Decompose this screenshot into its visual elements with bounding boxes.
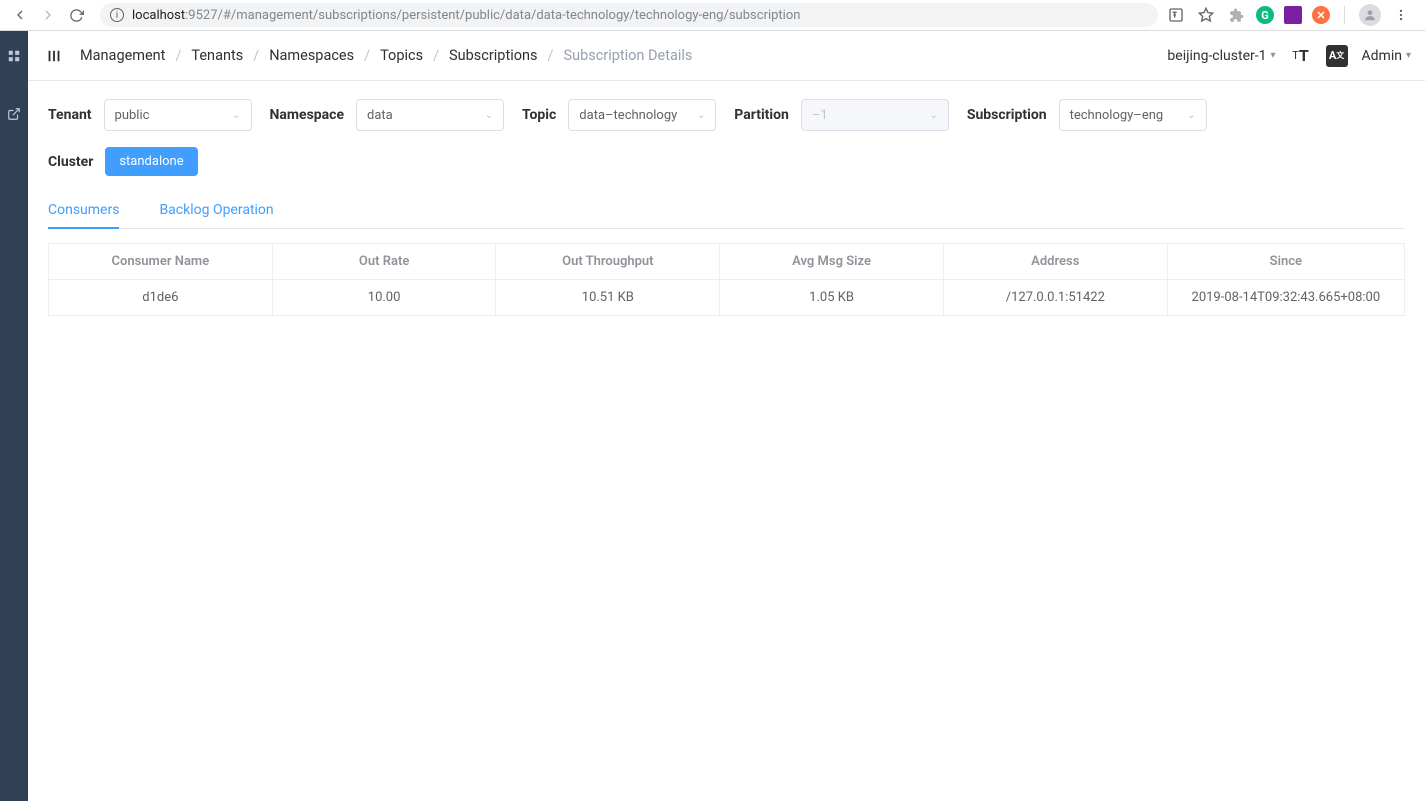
user-dropdown-label: Admin (1362, 48, 1402, 64)
tabs: Consumers Backlog Operation (48, 192, 1405, 229)
reload-button[interactable] (64, 3, 88, 27)
breadcrumb-sep: / (175, 47, 181, 64)
app-root: Management / Tenants / Namespaces / Topi… (0, 31, 1425, 801)
topic-select[interactable]: data–technology ⌄ (568, 99, 716, 131)
sidebar (0, 31, 28, 801)
dashboard-icon[interactable] (7, 49, 21, 67)
crumb-namespaces[interactable]: Namespaces (269, 47, 354, 64)
cluster-dropdown-label: beijing-cluster-1 (1167, 48, 1266, 64)
chevron-down-icon: ⌄ (232, 110, 240, 121)
tenant-label: Tenant (48, 107, 92, 123)
crumb-current: Subscription Details (563, 47, 692, 64)
tenant-select[interactable]: public ⌄ (104, 99, 252, 131)
th-since: Since (1167, 244, 1404, 280)
hamburger-icon[interactable] (42, 44, 66, 68)
filter-row: Tenant public ⌄ Namespace data ⌄ Topic d… (48, 99, 1405, 131)
subscription-select-value: technology–eng (1070, 108, 1164, 123)
table-row: d1de6 10.00 10.51 KB 1.05 KB /127.0.0.1:… (49, 280, 1405, 316)
breadcrumb-sep: / (253, 47, 259, 64)
toolbar-separator (1344, 6, 1345, 24)
cell-avg-msg-size: 1.05 KB (720, 280, 944, 316)
extension-icon-1[interactable]: G (1256, 6, 1274, 24)
tenant-select-value: public (115, 108, 150, 123)
browser-chrome: i localhost:9527/#/management/subscripti… (0, 0, 1425, 31)
chevron-down-icon: ⌄ (485, 110, 493, 121)
partition-select: –1 ⌄ (801, 99, 949, 131)
crumb-subscriptions[interactable]: Subscriptions (449, 47, 537, 64)
chevron-down-icon: ▾ (1270, 50, 1275, 61)
profile-avatar[interactable] (1359, 4, 1381, 26)
th-consumer-name: Consumer Name (49, 244, 273, 280)
cell-consumer-name: d1de6 (49, 280, 273, 316)
namespace-select-value: data (367, 108, 393, 123)
extension-icon-2[interactable] (1284, 6, 1302, 24)
language-icon[interactable]: A文 (1326, 45, 1348, 67)
cell-address: /127.0.0.1:51422 (943, 280, 1167, 316)
cluster-dropdown[interactable]: beijing-cluster-1 ▾ (1167, 48, 1275, 64)
chevron-down-icon: ▾ (1406, 50, 1411, 61)
main-area: Management / Tenants / Namespaces / Topi… (28, 31, 1425, 801)
crumb-topics[interactable]: Topics (380, 47, 423, 64)
app-header: Management / Tenants / Namespaces / Topi… (28, 31, 1425, 81)
user-dropdown[interactable]: Admin ▾ (1362, 48, 1411, 64)
translate-icon[interactable] (1166, 5, 1186, 25)
partition-select-value: –1 (812, 108, 828, 123)
cell-out-rate: 10.00 (272, 280, 496, 316)
chevron-down-icon: ⌄ (929, 110, 937, 121)
extension-icon-3[interactable]: ✕ (1312, 6, 1330, 24)
tab-backlog-operation[interactable]: Backlog Operation (159, 192, 273, 228)
cluster-row: Cluster standalone (48, 147, 1405, 176)
th-out-throughput: Out Throughput (496, 244, 720, 280)
forward-button[interactable] (36, 3, 60, 27)
namespace-select[interactable]: data ⌄ (356, 99, 504, 131)
extension-puzzle-icon[interactable] (1226, 5, 1246, 25)
address-bar[interactable]: i localhost:9527/#/management/subscripti… (100, 3, 1158, 27)
url-text: localhost:9527/#/management/subscription… (132, 8, 800, 23)
th-address: Address (943, 244, 1167, 280)
chevron-down-icon: ⌄ (697, 110, 705, 121)
menu-icon[interactable] (1391, 5, 1411, 25)
header-right: beijing-cluster-1 ▾ TT A文 Admin ▾ (1167, 45, 1411, 67)
font-size-icon[interactable]: TT (1290, 45, 1312, 67)
external-link-icon[interactable] (7, 107, 21, 125)
namespace-label: Namespace (270, 107, 344, 123)
cell-since: 2019-08-14T09:32:43.665+08:00 (1167, 280, 1404, 316)
site-info-icon[interactable]: i (110, 8, 124, 22)
crumb-tenants[interactable]: Tenants (191, 47, 243, 64)
crumb-management[interactable]: Management (80, 47, 165, 64)
star-icon[interactable] (1196, 5, 1216, 25)
consumers-table: Consumer Name Out Rate Out Throughput Av… (48, 243, 1405, 316)
subscription-label: Subscription (967, 107, 1047, 123)
th-avg-msg-size: Avg Msg Size (720, 244, 944, 280)
tab-consumers[interactable]: Consumers (48, 192, 119, 228)
browser-toolbar-right: G ✕ (1166, 4, 1417, 26)
breadcrumb-sep: / (547, 47, 553, 64)
cluster-label: Cluster (48, 154, 93, 170)
chevron-down-icon: ⌄ (1187, 110, 1195, 121)
topic-label: Topic (522, 107, 556, 123)
page-content: Tenant public ⌄ Namespace data ⌄ Topic d… (28, 81, 1425, 334)
breadcrumb-sep: / (364, 47, 370, 64)
topic-select-value: data–technology (579, 108, 677, 123)
subscription-select[interactable]: technology–eng ⌄ (1059, 99, 1207, 131)
back-button[interactable] (8, 3, 32, 27)
cluster-tag[interactable]: standalone (105, 147, 197, 176)
th-out-rate: Out Rate (272, 244, 496, 280)
breadcrumb-sep: / (433, 47, 439, 64)
partition-label: Partition (734, 107, 789, 123)
breadcrumb: Management / Tenants / Namespaces / Topi… (80, 47, 692, 64)
table-header-row: Consumer Name Out Rate Out Throughput Av… (49, 244, 1405, 280)
cell-out-throughput: 10.51 KB (496, 280, 720, 316)
